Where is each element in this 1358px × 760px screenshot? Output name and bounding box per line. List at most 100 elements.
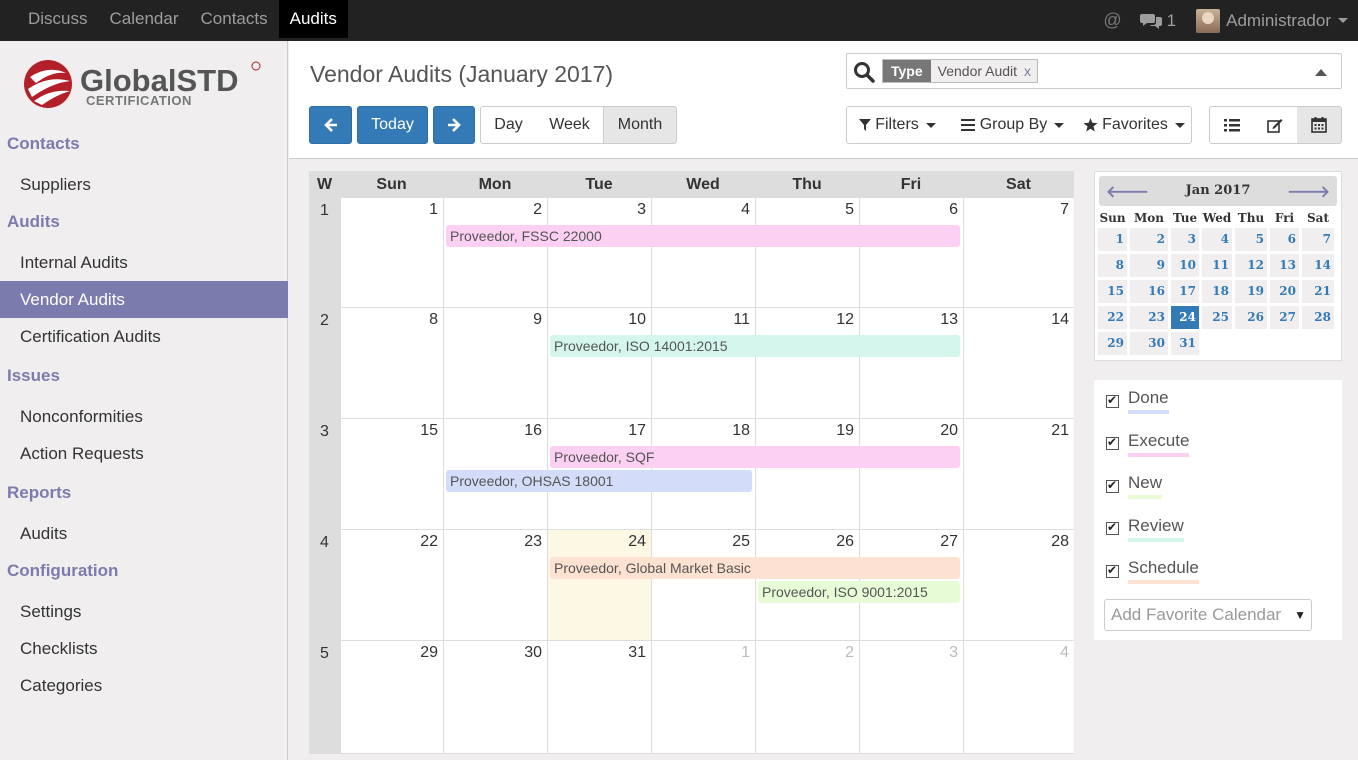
mini-day[interactable]: 17 [1171, 280, 1199, 303]
filter-checkbox[interactable] [1106, 393, 1119, 408]
nav-audits[interactable]: Audits [278, 0, 348, 38]
search-toggle-icon[interactable] [1315, 69, 1327, 76]
mini-day[interactable]: 19 [1235, 280, 1267, 303]
previous-button[interactable] [309, 106, 352, 144]
mini-day[interactable]: 22 [1098, 306, 1127, 329]
filter-checkbox[interactable] [1106, 563, 1119, 578]
filters-button[interactable]: Filters [846, 106, 949, 144]
filter-item[interactable]: Execute [1106, 431, 1190, 457]
day-cell[interactable]: 6 [859, 198, 963, 307]
next-button[interactable] [433, 106, 475, 144]
day-cell[interactable]: 1 [651, 641, 755, 753]
filter-item[interactable]: Done [1106, 388, 1169, 414]
day-cell[interactable]: 28 [963, 530, 1074, 640]
mini-day[interactable]: 21 [1302, 280, 1334, 303]
sidebar-item-internal-audits[interactable]: Internal Audits [0, 244, 288, 281]
day-cell[interactable]: 7 [963, 198, 1074, 307]
mini-day[interactable]: 5 [1235, 228, 1267, 251]
nav-discuss[interactable]: Discuss [17, 0, 99, 38]
calendar-event[interactable]: Proveedor, Global Market Basic [550, 557, 960, 579]
form-view-button[interactable] [1253, 106, 1298, 144]
sidebar-item-checklists[interactable]: Checklists [0, 630, 288, 667]
day-cell[interactable]: 10 [547, 308, 651, 418]
mini-day[interactable]: 1 [1098, 228, 1127, 251]
mini-day[interactable]: 9 [1130, 254, 1168, 277]
day-cell[interactable]: 24 [547, 530, 651, 640]
mini-day[interactable]: 31 [1171, 332, 1199, 355]
messages-button[interactable]: 1 [1139, 11, 1176, 31]
day-cell[interactable]: 14 [963, 308, 1074, 418]
sidebar-item-action-requests[interactable]: Action Requests [0, 435, 288, 472]
mini-day[interactable]: 3 [1171, 228, 1199, 251]
week-view-button[interactable]: Week [536, 106, 604, 144]
mini-day[interactable]: 28 [1302, 306, 1334, 329]
day-cell[interactable]: 3 [547, 198, 651, 307]
mention-icon[interactable]: @ [1103, 10, 1121, 31]
user-menu[interactable]: Administrador [1196, 8, 1348, 33]
today-button[interactable]: Today [357, 106, 428, 144]
day-cell[interactable]: 22 [340, 530, 443, 640]
nav-calendar[interactable]: Calendar [99, 0, 190, 38]
filter-checkbox[interactable] [1106, 520, 1119, 535]
day-cell[interactable]: 21 [963, 419, 1074, 529]
nav-contacts[interactable]: Contacts [190, 0, 279, 38]
day-cell[interactable]: 9 [443, 308, 547, 418]
calendar-event[interactable]: Proveedor, SQF [550, 446, 960, 468]
calendar-view-button[interactable] [1297, 106, 1342, 144]
calendar-event[interactable]: Proveedor, FSSC 22000 [446, 225, 960, 247]
mini-day[interactable]: 20 [1270, 280, 1299, 303]
filter-item[interactable]: Schedule [1106, 558, 1199, 584]
mini-next-icon[interactable]: 🡒 [1287, 181, 1330, 202]
day-cell[interactable]: 25 [651, 530, 755, 640]
sidebar-item-certification-audits[interactable]: Certification Audits [0, 318, 288, 355]
day-cell[interactable]: 13 [859, 308, 963, 418]
day-cell[interactable]: 1 [340, 198, 443, 307]
search-bar[interactable]: Type Vendor Audit x [846, 53, 1342, 89]
day-cell[interactable]: 29 [340, 641, 443, 753]
day-cell[interactable]: 3 [859, 641, 963, 753]
favorites-button[interactable]: Favorites [1077, 106, 1192, 144]
mini-day[interactable]: 14 [1302, 254, 1334, 277]
mini-day[interactable]: 8 [1098, 254, 1127, 277]
day-cell[interactable]: 5 [755, 198, 859, 307]
mini-day[interactable]: 4 [1202, 228, 1232, 251]
sidebar-item-categories[interactable]: Categories [0, 667, 288, 704]
mini-day[interactable]: 2 [1130, 228, 1168, 251]
day-cell[interactable]: 19 [755, 419, 859, 529]
mini-day[interactable]: 25 [1202, 306, 1232, 329]
mini-day[interactable]: 30 [1130, 332, 1168, 355]
mini-day[interactable]: 27 [1270, 306, 1299, 329]
sidebar-item-suppliers[interactable]: Suppliers [0, 166, 288, 203]
add-favorite-calendar-select[interactable]: Add Favorite Calendar ▼ [1104, 599, 1312, 631]
day-view-button[interactable]: Day [480, 106, 537, 144]
list-view-button[interactable] [1209, 106, 1254, 144]
mini-day[interactable]: 24 [1171, 306, 1199, 329]
day-cell[interactable]: 30 [443, 641, 547, 753]
mini-day[interactable]: 6 [1270, 228, 1299, 251]
group-by-button[interactable]: Group By [948, 106, 1078, 144]
day-cell[interactable]: 11 [651, 308, 755, 418]
sidebar-item-reports-audits[interactable]: Audits [0, 515, 288, 552]
mini-day[interactable]: 7 [1302, 228, 1334, 251]
mini-day[interactable]: 10 [1171, 254, 1199, 277]
filter-item[interactable]: New [1106, 473, 1163, 499]
mini-day[interactable]: 18 [1202, 280, 1232, 303]
mini-day[interactable]: 29 [1098, 332, 1127, 355]
day-cell[interactable]: 15 [340, 419, 443, 529]
facet-remove-icon[interactable]: x [1024, 63, 1031, 79]
day-cell[interactable]: 4 [651, 198, 755, 307]
calendar-event[interactable]: Proveedor, ISO 14001:2015 [550, 335, 960, 357]
day-cell[interactable]: 12 [755, 308, 859, 418]
day-cell[interactable]: 2 [443, 198, 547, 307]
month-view-button[interactable]: Month [604, 106, 677, 144]
mini-day[interactable]: 13 [1270, 254, 1299, 277]
mini-day[interactable]: 16 [1130, 280, 1168, 303]
mini-day[interactable]: 12 [1235, 254, 1267, 277]
filter-checkbox[interactable] [1106, 478, 1119, 493]
sidebar-item-vendor-audits[interactable]: Vendor Audits [0, 281, 288, 318]
mini-day[interactable]: 23 [1130, 306, 1168, 329]
calendar-event[interactable]: Proveedor, OHSAS 18001 [446, 470, 752, 492]
day-cell[interactable]: 23 [443, 530, 547, 640]
mini-day[interactable]: 26 [1235, 306, 1267, 329]
mini-day[interactable]: 11 [1202, 254, 1232, 277]
